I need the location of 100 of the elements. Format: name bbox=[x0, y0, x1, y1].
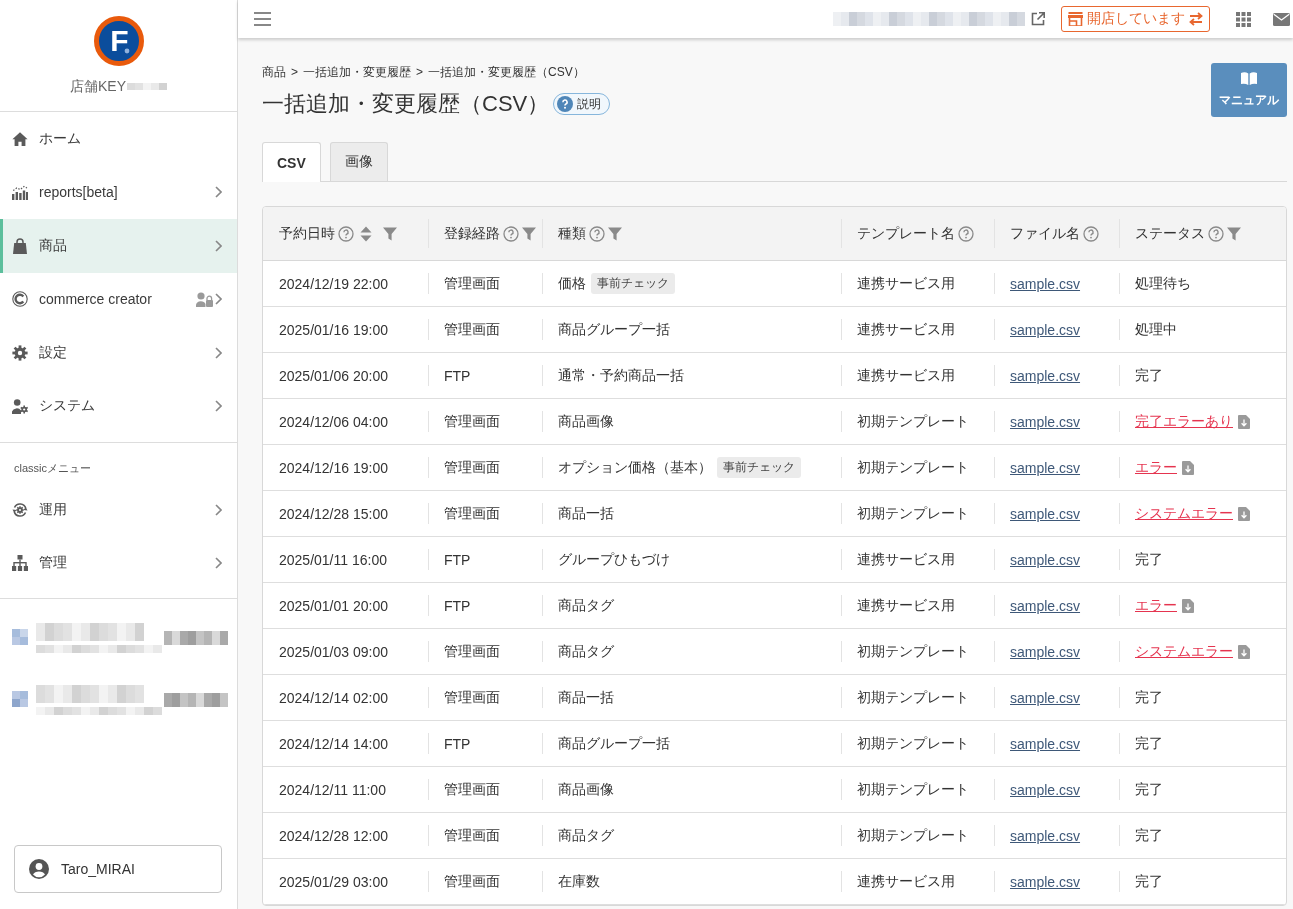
status-link[interactable]: 完了エラーあり bbox=[1135, 412, 1233, 431]
filter-icon[interactable] bbox=[1227, 226, 1241, 241]
column-header: ファイル名 bbox=[1010, 224, 1080, 243]
mail-icon[interactable] bbox=[1273, 12, 1290, 26]
file-link[interactable]: sample.csv bbox=[1010, 551, 1081, 568]
file-download-icon[interactable] bbox=[1238, 506, 1250, 521]
nav-item[interactable]: 管理 bbox=[0, 536, 237, 590]
table-cell: 初期テンプレート bbox=[857, 688, 969, 705]
file-download-icon[interactable] bbox=[1238, 414, 1250, 429]
table-cell: 2024/12/16 19:00 bbox=[279, 459, 388, 476]
help-icon[interactable] bbox=[1208, 225, 1224, 242]
table-cell: 2024/12/14 14:00 bbox=[279, 735, 388, 752]
user-button[interactable]: Taro_MIRAI bbox=[14, 845, 222, 893]
help-icon[interactable] bbox=[1083, 225, 1099, 242]
tab[interactable]: CSV bbox=[262, 142, 321, 182]
gear-icon bbox=[12, 344, 28, 361]
tab[interactable]: 画像 bbox=[329, 142, 388, 181]
nav-item[interactable]: 設定 bbox=[0, 326, 237, 380]
table-cell: オプション価格（基本） bbox=[558, 458, 712, 477]
table-cell: FTP bbox=[444, 735, 471, 752]
file-link[interactable]: sample.csv bbox=[1010, 505, 1081, 522]
status-link[interactable]: システムエラー bbox=[1135, 642, 1233, 661]
file-link[interactable]: sample.csv bbox=[1010, 459, 1081, 476]
status-link[interactable]: エラー bbox=[1135, 458, 1177, 477]
home-icon bbox=[12, 130, 28, 147]
menu-icon[interactable] bbox=[254, 12, 271, 26]
nav-item[interactable]: システム bbox=[0, 379, 237, 433]
swap-arrows-icon bbox=[1189, 12, 1203, 26]
nav-item[interactable]: 商品 bbox=[0, 219, 237, 273]
nav-item[interactable]: ホーム bbox=[0, 112, 237, 166]
file-link[interactable]: sample.csv bbox=[1010, 413, 1081, 430]
file-link[interactable]: sample.csv bbox=[1010, 367, 1081, 384]
status-text: 完了 bbox=[1135, 826, 1163, 845]
section-heading: classicメニュー bbox=[13, 461, 91, 475]
table-cell: 商品一括 bbox=[558, 504, 614, 523]
status-text: 完了 bbox=[1135, 734, 1163, 753]
sort-icon[interactable] bbox=[360, 225, 372, 242]
table-cell: 商品グループ一括 bbox=[558, 320, 670, 339]
breadcrumb-link[interactable]: 一括追加・変更履歴 bbox=[303, 64, 411, 80]
file-link[interactable]: sample.csv bbox=[1010, 781, 1081, 798]
status-text: 処理待ち bbox=[1135, 274, 1191, 293]
column-header: 登録経路 bbox=[444, 224, 500, 243]
breadcrumb-link[interactable]: 商品 bbox=[262, 64, 286, 80]
table-cell: 2025/01/29 03:00 bbox=[279, 873, 388, 890]
badge: 事前チェック bbox=[591, 273, 675, 294]
table-cell: FTP bbox=[444, 597, 471, 614]
file-download-icon[interactable] bbox=[1182, 460, 1194, 475]
book-icon bbox=[1241, 71, 1257, 85]
filter-icon[interactable] bbox=[522, 226, 536, 241]
help-badge-button[interactable]: 説明 bbox=[553, 93, 611, 115]
table-cell: 商品グループ一括 bbox=[558, 734, 670, 753]
table-cell: 商品画像 bbox=[558, 412, 614, 431]
table-cell: 連携サービス用 bbox=[857, 596, 955, 613]
table-cell: FTP bbox=[444, 367, 471, 384]
table-cell: 商品タグ bbox=[558, 596, 614, 615]
avatar-icon bbox=[29, 859, 49, 879]
file-download-icon[interactable] bbox=[1238, 644, 1250, 659]
help-icon[interactable] bbox=[338, 225, 354, 242]
badge: 事前チェック bbox=[717, 457, 801, 478]
status-text: 処理中 bbox=[1135, 320, 1177, 339]
table-cell: 初期テンプレート bbox=[857, 780, 969, 797]
breadcrumb-separator: > bbox=[291, 64, 298, 80]
app-grid-icon[interactable] bbox=[1236, 11, 1251, 27]
file-link[interactable]: sample.csv bbox=[1010, 321, 1081, 338]
table-cell: 2024/12/06 04:00 bbox=[279, 413, 388, 430]
table-cell: 連携サービス用 bbox=[857, 872, 955, 889]
file-link[interactable]: sample.csv bbox=[1010, 643, 1081, 660]
file-link[interactable]: sample.csv bbox=[1010, 827, 1081, 844]
nav-item[interactable]: reports[beta] bbox=[0, 165, 237, 219]
table-cell: 通常・予約商品一括 bbox=[558, 366, 684, 385]
file-link[interactable]: sample.csv bbox=[1010, 735, 1081, 752]
status-link[interactable]: エラー bbox=[1135, 596, 1177, 615]
nav-item[interactable]: commerce creator bbox=[0, 272, 237, 326]
status-link[interactable]: システムエラー bbox=[1135, 504, 1233, 523]
filter-icon[interactable] bbox=[608, 226, 622, 241]
file-link[interactable]: sample.csv bbox=[1010, 873, 1081, 890]
column-header: 予約日時 bbox=[279, 224, 335, 243]
nav-item[interactable]: 運用 bbox=[0, 483, 237, 537]
help-icon[interactable] bbox=[589, 225, 605, 242]
table-cell: 2024/12/11 11:00 bbox=[279, 781, 386, 798]
filter-icon[interactable] bbox=[383, 226, 397, 241]
file-download-icon[interactable] bbox=[1182, 598, 1194, 613]
file-link[interactable]: sample.csv bbox=[1010, 689, 1081, 706]
file-link[interactable]: sample.csv bbox=[1010, 275, 1081, 292]
external-link-icon[interactable] bbox=[1031, 12, 1045, 26]
file-link[interactable]: sample.csv bbox=[1010, 597, 1081, 614]
table-cell: 商品タグ bbox=[558, 826, 614, 845]
table-cell: 初期テンプレート bbox=[857, 458, 969, 475]
table-cell: 管理画面 bbox=[444, 412, 500, 429]
breadcrumb-link[interactable]: 一括追加・変更履歴（CSV） bbox=[428, 64, 585, 80]
brand-logo: F bbox=[93, 16, 144, 66]
help-icon[interactable] bbox=[503, 225, 519, 242]
status-text: 完了 bbox=[1135, 872, 1163, 891]
shopping-bag-icon bbox=[12, 237, 28, 254]
help-icon[interactable] bbox=[958, 225, 974, 242]
store-icon bbox=[1068, 12, 1083, 26]
nav-label: commerce creator bbox=[39, 291, 152, 308]
column-header: 種類 bbox=[558, 224, 586, 243]
table-cell: 商品画像 bbox=[558, 780, 614, 799]
table-cell: 初期テンプレート bbox=[857, 504, 969, 521]
